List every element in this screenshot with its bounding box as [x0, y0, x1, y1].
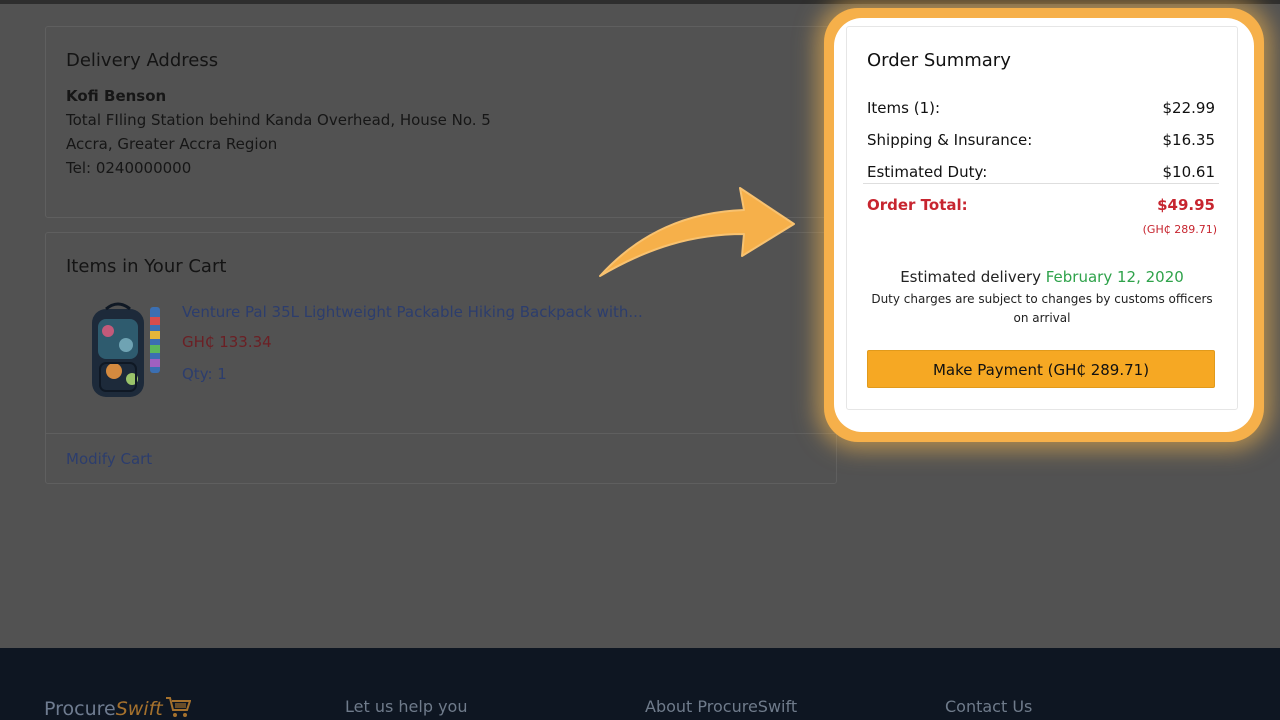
delivery-address-title: Delivery Address: [66, 50, 219, 71]
order-total-local-currency: (GH₵ 289.71): [1142, 223, 1217, 236]
order-summary-panel: Order Summary Items (1): $22.99 Shipping…: [846, 26, 1238, 410]
modify-cart-link[interactable]: Modify Cart: [66, 450, 152, 468]
site-footer: ProcureSwift Let us help you About Procu…: [0, 648, 1280, 720]
shipping-value: $16.35: [1162, 131, 1216, 149]
footer-contact-heading: Contact Us: [945, 697, 1033, 716]
duty-label: Estimated Duty:: [867, 163, 988, 181]
duty-note: Duty charges are subject to changes by c…: [871, 292, 1213, 325]
order-total-label: Order Total:: [867, 196, 968, 214]
cart-divider: [46, 433, 836, 434]
product-title-link[interactable]: Venture Pal 35L Lightweight Packable Hik…: [182, 303, 643, 321]
footer-about-heading: About ProcureSwift: [645, 697, 798, 716]
items-label: Items (1):: [867, 99, 941, 117]
make-payment-button[interactable]: Make Payment (GH₵ 289.71): [867, 350, 1215, 388]
procureswift-logo[interactable]: ProcureSwift: [44, 696, 191, 720]
recipient-name: Kofi Benson: [66, 87, 167, 105]
summary-divider: [863, 183, 1219, 184]
logo-text-swift: Swift: [115, 698, 163, 720]
product-quantity: Qty: 1: [182, 365, 227, 383]
footer-help-heading: Let us help you: [345, 697, 468, 716]
order-total-value: $49.95: [1157, 196, 1215, 214]
estimated-delivery-date: February 12, 2020: [1045, 268, 1184, 286]
cart-title: Items in Your Cart: [66, 256, 227, 277]
backpack-image[interactable]: [86, 301, 166, 401]
address-line-1: Total FIling Station behind Kanda Overhe…: [66, 111, 491, 129]
estimated-delivery-label: Estimated delivery: [900, 268, 1041, 286]
estimated-delivery: Estimated delivery February 12, 2020: [847, 268, 1237, 286]
logo-text-procure: Procure: [44, 698, 116, 720]
phone-number: Tel: 0240000000: [66, 159, 192, 177]
top-border: [0, 0, 1280, 4]
shopping-cart-icon: [165, 697, 191, 717]
highlight-arrow-icon: [599, 187, 795, 277]
product-price: GH₵ 133.34: [182, 333, 272, 351]
shipping-label: Shipping & Insurance:: [867, 131, 1033, 149]
order-summary-title: Order Summary: [867, 50, 1011, 71]
duty-value: $10.61: [1162, 163, 1216, 181]
address-line-2: Accra, Greater Accra Region: [66, 135, 278, 153]
items-value: $22.99: [1162, 99, 1216, 117]
